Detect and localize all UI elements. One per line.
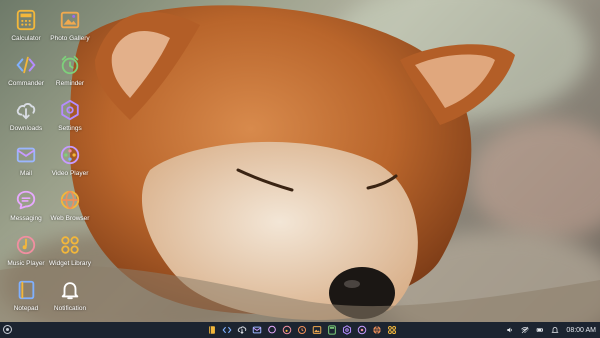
taskbar: 08:00 AM [0,322,600,338]
video-player-icon [60,145,80,165]
photo-gallery-icon [60,11,80,29]
widget-library-icon [61,236,79,254]
taskbar-downloads-icon[interactable] [237,325,247,335]
web-browser-icon [60,190,80,210]
desktop-icon-label: Calculator [11,35,41,42]
desktop-icon-label: Reminder [55,80,85,87]
taskbar-commander-icon[interactable] [222,325,232,335]
reminder-icon [61,55,79,75]
clock[interactable]: 08:00 AM [566,327,596,334]
taskbar-photo-gallery-icon[interactable] [312,325,322,335]
taskbar-notepad-icon[interactable] [207,325,217,335]
taskbar-mail-icon[interactable] [252,325,262,335]
desktop-icon-video-player[interactable]: Video Player [46,143,94,185]
taskbar-widget-library-icon[interactable] [387,325,397,335]
notepad-icon [18,280,35,300]
calculator-icon [16,9,36,31]
desktop-icon-label: Notification [53,305,87,312]
downloads-icon [16,103,36,120]
desktop-icon-notification[interactable]: Notification [46,278,94,320]
messaging-icon [16,190,36,210]
desktop-icon-label: Settings [58,125,82,132]
desktop-icon-label: Video Player [51,170,89,177]
desktop-icon-settings[interactable]: Settings [46,98,94,140]
desktop-icon-grid: Calculator Photo Gallery Commander Remin… [0,0,100,322]
taskbar-web-browser-icon[interactable] [372,325,382,335]
volume-icon[interactable] [506,326,514,334]
desktop-icon-label: Photo Gallery [50,35,90,42]
taskbar-dock [207,325,397,335]
taskbar-messaging-icon[interactable] [267,325,277,335]
desktop-icon-messaging[interactable]: Messaging [2,188,50,230]
tray-notification-icon[interactable] [551,326,559,334]
desktop-icon-label: Mail [20,170,32,177]
battery-icon[interactable] [536,326,544,334]
desktop-icon-mail[interactable]: Mail [2,143,50,185]
desktop-icon-photo-gallery[interactable]: Photo Gallery [46,8,94,50]
taskbar-calculator-icon[interactable] [327,325,337,335]
taskbar-settings-icon[interactable] [342,325,352,335]
desktop-icon-label: Web Browser [50,215,90,222]
music-player-icon [16,235,36,255]
system-tray: 08:00 AM [506,322,596,338]
desktop-icon-label: Notepad [13,305,39,312]
desktop-icon-label: Music Player [7,260,45,267]
desktop-icon-label: Messaging [10,215,42,222]
desktop-icon-widget-library[interactable]: Widget Library [46,233,94,275]
desktop-icon-label: Commander [8,80,44,87]
desktop-icon-label: Widget Library [49,260,91,267]
desktop-icon-commander[interactable]: Commander [2,53,50,95]
desktop-icon-web-browser[interactable]: Web Browser [46,188,94,230]
wifi-icon[interactable] [521,326,530,334]
desktop-icon-notepad[interactable]: Notepad [2,278,50,320]
taskbar-music-player-icon[interactable] [282,325,292,335]
desktop-icon-downloads[interactable]: Downloads [2,98,50,140]
settings-icon [61,99,79,121]
taskbar-reminder-icon[interactable] [297,325,307,335]
desktop-icon-calculator[interactable]: Calculator [2,8,50,50]
desktop-icon-music-player[interactable]: Music Player [2,233,50,275]
desktop-icon-label: Downloads [9,125,43,132]
commander-icon [16,56,36,74]
desktop-icon-reminder[interactable]: Reminder [46,53,94,95]
notification-icon [61,282,79,300]
taskbar-video-player-icon[interactable] [357,325,367,335]
start-menu-icon[interactable] [3,325,12,334]
mail-icon [16,147,36,163]
